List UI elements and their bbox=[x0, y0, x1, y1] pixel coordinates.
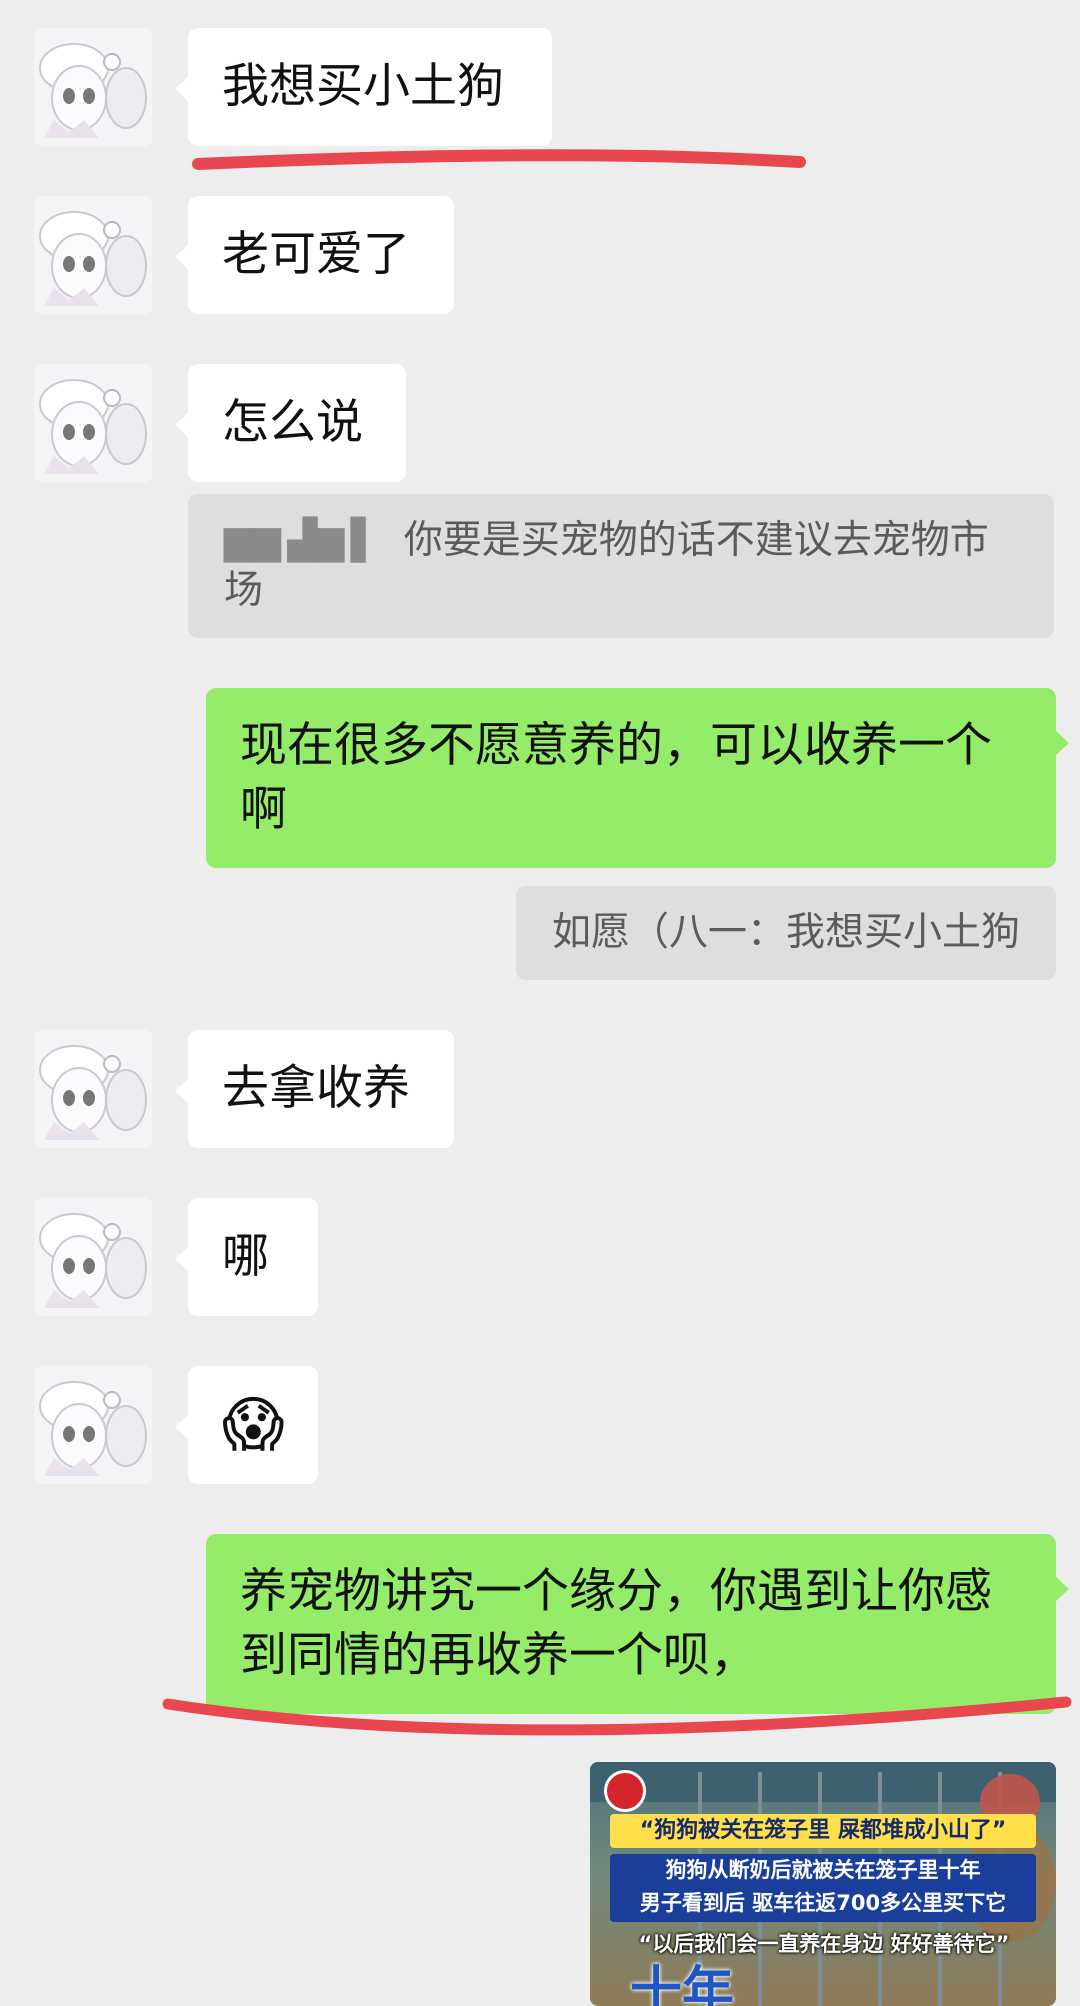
avatar[interactable] bbox=[34, 28, 152, 146]
message-text: 怎么说 bbox=[222, 395, 363, 450]
video-quote: “以后我们会一直养在身边 好好善待它” bbox=[638, 1932, 1010, 1956]
message-bubble[interactable]: 去拿收养 bbox=[175, 1030, 454, 1148]
video-line2: 男子看到后 驱车往返700多公里买下它 bbox=[639, 1891, 1007, 1915]
message-text: 现在很多不愿意养的，可以收养一个啊 bbox=[240, 718, 992, 837]
quoted-message[interactable]: 如愿（八一：我想买小土狗 bbox=[516, 886, 1056, 980]
message-bubble[interactable]: 我想买小土狗 bbox=[175, 28, 552, 146]
avatar[interactable] bbox=[34, 196, 152, 314]
message-text: 老可爱了 bbox=[222, 227, 410, 282]
message-text: 去拿收养 bbox=[222, 1061, 410, 1116]
message-bubble[interactable]: 养宠物讲究一个缘分，你遇到让你感到同情的再收养一个呗， bbox=[206, 1534, 1069, 1714]
screaming-face-icon: 😱 bbox=[222, 1390, 285, 1460]
quoted-sender: ▆▆ ▟▆ ▌ bbox=[224, 518, 381, 563]
quoted-message[interactable]: ▆▆ ▟▆ ▌ 你要是买宠物的话不建议去宠物市场 bbox=[188, 494, 1054, 638]
message-text: 哪 bbox=[222, 1229, 269, 1284]
avatar[interactable] bbox=[34, 364, 152, 482]
video-big-text: 十年 bbox=[630, 1962, 735, 2006]
message-bubble[interactable]: 老可爱了 bbox=[175, 196, 454, 314]
video-line1: 狗狗从断奶后就被关在笼子里十年 bbox=[665, 1858, 981, 1882]
avatar[interactable] bbox=[34, 1366, 152, 1484]
avatar[interactable] bbox=[34, 1030, 152, 1148]
message-bubble[interactable]: 😱 bbox=[175, 1366, 318, 1484]
message-bubble[interactable]: 怎么说 bbox=[175, 364, 406, 482]
video-headline: “狗狗被关在笼子里 屎都堆成小山了” bbox=[610, 1814, 1036, 1848]
video-thumbnail[interactable]: “狗狗被关在笼子里 屎都堆成小山了” 狗狗从断奶后就被关在笼子里十年 男子看到后… bbox=[590, 1762, 1056, 2006]
channel-logo-icon bbox=[604, 1770, 646, 1812]
message-text: 我想买小土狗 bbox=[222, 59, 504, 114]
underline-1 bbox=[192, 149, 806, 170]
message-bubble[interactable]: 现在很多不愿意养的，可以收养一个啊 bbox=[206, 688, 1069, 868]
message-text: 养宠物讲究一个缘分，你遇到让你感到同情的再收养一个呗， bbox=[240, 1564, 992, 1683]
message-bubble[interactable]: 哪 bbox=[175, 1198, 318, 1316]
quoted-text: 如愿（八一：我想买小土狗 bbox=[552, 910, 1021, 955]
video-caption-box: 狗狗从断奶后就被关在笼子里十年 男子看到后 驱车往返700多公里买下它 bbox=[610, 1854, 1036, 1922]
avatar[interactable] bbox=[34, 1198, 152, 1316]
